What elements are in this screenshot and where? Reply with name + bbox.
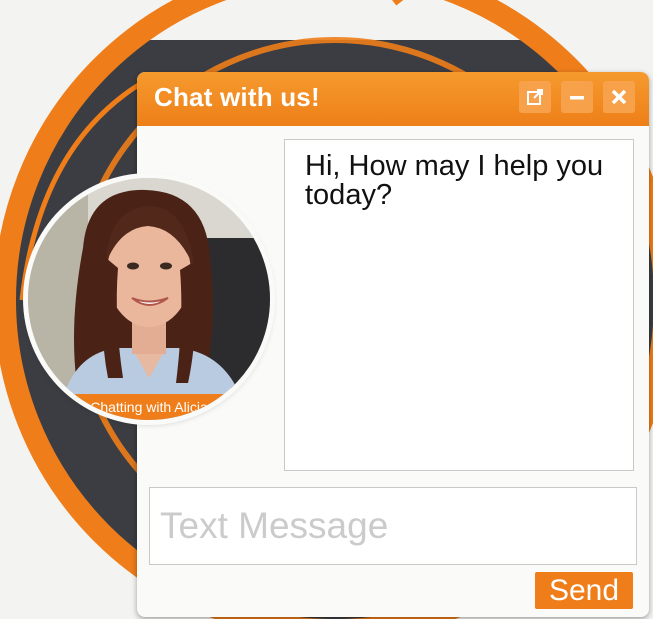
- close-button[interactable]: [603, 81, 635, 113]
- chat-title: Chat with us!: [154, 82, 320, 112]
- agent-avatar: Chatting with Alicia: [28, 178, 270, 420]
- message-area[interactable]: Hi, How may I help you today?: [284, 139, 634, 471]
- avatar-caption: Chatting with Alicia: [28, 394, 270, 420]
- chat-titlebar[interactable]: Chat with us!: [137, 72, 649, 126]
- send-button[interactable]: Send: [535, 572, 633, 609]
- close-icon: [611, 89, 627, 105]
- text-message-input[interactable]: [149, 487, 637, 565]
- minimize-icon: [570, 96, 584, 100]
- minimize-button[interactable]: [561, 81, 593, 113]
- popout-button[interactable]: [519, 81, 551, 113]
- popout-icon: [527, 89, 543, 105]
- agent-message: Hi, How may I help you today?: [305, 150, 604, 211]
- agent-photo: [28, 178, 270, 420]
